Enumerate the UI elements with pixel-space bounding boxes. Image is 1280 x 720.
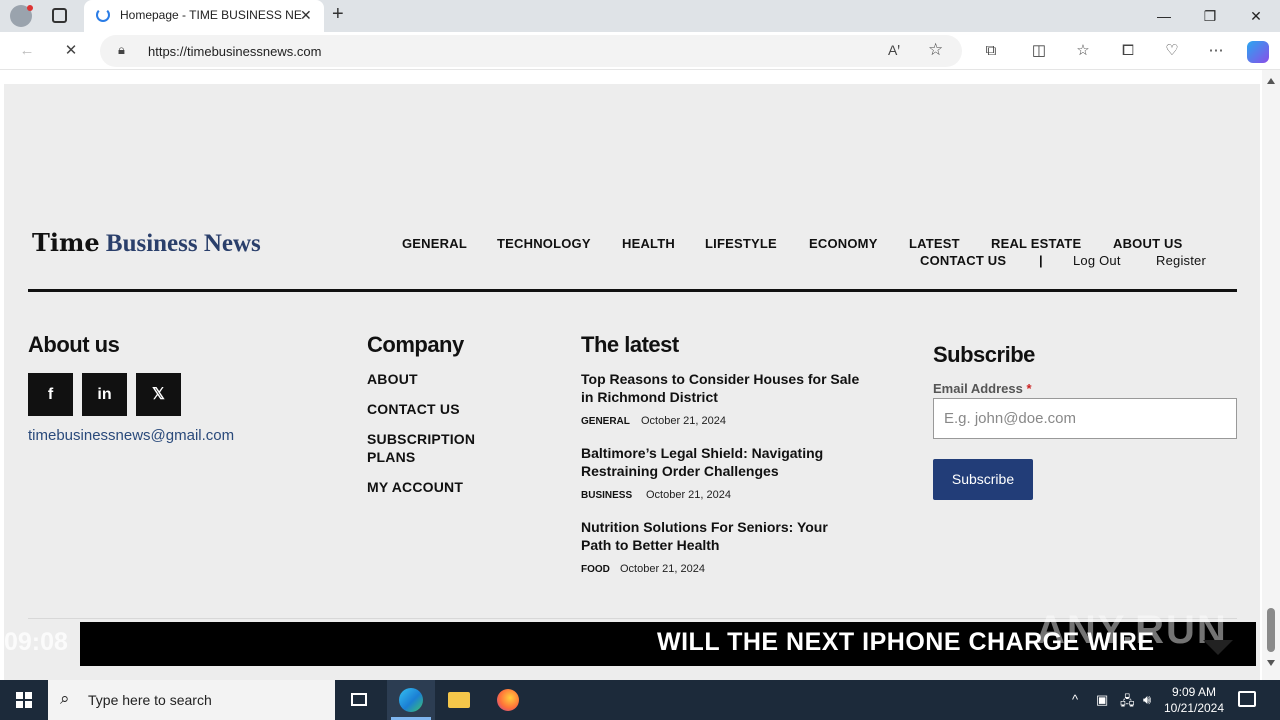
company-link-plans[interactable]: PLANS [367, 449, 415, 465]
subscribe-heading: Subscribe [933, 342, 1035, 367]
nav-about-us[interactable]: ABOUT US [1113, 236, 1183, 251]
about-heading: About us [28, 332, 120, 357]
page-scrollbar[interactable] [1262, 70, 1280, 680]
back-icon[interactable]: ← [17, 41, 37, 61]
scrollbar-thumb[interactable] [1267, 608, 1275, 652]
address-bar[interactable]: 🔒︎ https://timebusinessnews.com Aꞌ ☆ [100, 35, 962, 67]
browser-essentials-icon[interactable]: ♡ [1162, 41, 1182, 61]
company-link-my-account[interactable]: MY ACCOUNT [367, 479, 463, 495]
extensions-icon[interactable]: ⧉ [981, 41, 1001, 61]
nav-register[interactable]: Register [1156, 253, 1206, 268]
windows-start-icon[interactable] [16, 692, 32, 708]
profile-icon[interactable] [10, 5, 33, 27]
url-text: https://timebusinessnews.com [148, 44, 322, 59]
read-aloud-icon[interactable]: Aꞌ [888, 42, 900, 58]
tab-title: Homepage - TIME BUSINESS NEWS [120, 8, 302, 22]
loading-icon [96, 8, 110, 22]
clock-date: 10/21/2024 [1163, 701, 1225, 715]
x-twitter-icon[interactable]: 𝕏 [136, 373, 181, 416]
new-tab-icon[interactable]: + [332, 3, 344, 26]
header-divider [28, 289, 1237, 292]
nav-technology[interactable]: TECHNOLOGY [497, 236, 591, 251]
ticker-time: 09:08 [4, 628, 68, 656]
company-heading: Company [367, 332, 464, 357]
lock-icon[interactable]: 🔒︎ [118, 42, 125, 58]
favorite-star-icon[interactable]: ☆ [928, 40, 943, 60]
nav-contact-us[interactable]: CONTACT US [920, 253, 1006, 268]
company-link-contact[interactable]: CONTACT US [367, 401, 460, 417]
latest-heading: The latest [581, 332, 679, 357]
nav-latest[interactable]: LATEST [909, 236, 960, 251]
show-hidden-icons[interactable]: ^ [1072, 692, 1078, 707]
site-logo[interactable]: Time Business News [32, 228, 261, 258]
notifications-icon[interactable] [1238, 691, 1256, 707]
minimize-icon[interactable]: — [1154, 6, 1174, 26]
article-title[interactable]: Top Reasons to Consider Houses for Sale … [581, 370, 861, 406]
nav-separator: | [1039, 253, 1043, 268]
task-view-icon[interactable] [336, 680, 384, 720]
favorites-icon[interactable]: ☆ [1073, 41, 1093, 61]
split-screen-icon[interactable]: ◫ [1029, 41, 1049, 61]
file-explorer-icon[interactable] [435, 680, 483, 720]
article-category[interactable]: GENERAL [581, 416, 630, 427]
taskbar: ⌕ Type here to search ^ ▣ 🖧︎ 🔊︎ 9:09 AM … [0, 680, 1280, 720]
collections-icon[interactable]: ⧠ [1118, 41, 1138, 61]
article-date: October 21, 2024 [641, 415, 727, 427]
logo-business-news: Business News [105, 230, 261, 257]
restore-icon[interactable]: ❐ [1200, 6, 1220, 26]
close-window-icon[interactable]: ✕ [1246, 6, 1266, 26]
close-tab-icon[interactable]: ✕ [300, 7, 312, 24]
clock-time: 9:09 AM [1171, 685, 1217, 699]
email-input[interactable] [933, 398, 1237, 439]
search-placeholder: Type here to search [88, 692, 212, 708]
more-menu-icon[interactable]: ⋯ [1206, 41, 1226, 61]
nav-economy[interactable]: ECONOMY [809, 236, 878, 251]
company-link-subscription[interactable]: SUBSCRIPTION [367, 431, 475, 447]
browser-toolbar: ← ✕ 🔒︎ https://timebusinessnews.com Aꞌ ☆… [0, 32, 1280, 70]
edge-icon[interactable] [387, 680, 435, 720]
article-title[interactable]: Baltimore’s Legal Shield: Navigating Res… [581, 444, 861, 480]
browser-tab-strip: Homepage - TIME BUSINESS NEWS ✕ + — ❐ ✕ [0, 0, 1280, 32]
copilot-icon[interactable] [1247, 41, 1269, 63]
article-date: October 21, 2024 [646, 489, 732, 501]
page-footer-area: Time Business News GENERAL TECHNOLOGY HE… [4, 84, 1260, 680]
nav-health[interactable]: HEALTH [622, 236, 675, 251]
required-mark: * [1026, 381, 1032, 396]
taskbar-search[interactable]: ⌕ Type here to search [48, 680, 335, 720]
subscribe-button[interactable]: Subscribe [933, 459, 1033, 500]
tab-homepage[interactable]: Homepage - TIME BUSINESS NEWS ✕ [84, 0, 324, 32]
nav-general[interactable]: GENERAL [402, 236, 467, 251]
logo-time: Time [32, 228, 100, 257]
article-title[interactable]: Nutrition Solutions For Seniors: Your Pa… [581, 518, 861, 554]
scroll-up-icon[interactable] [1267, 78, 1275, 84]
email-label: Email Address * [933, 381, 1032, 396]
article-category[interactable]: FOOD [581, 564, 610, 575]
article-date: October 21, 2024 [620, 563, 706, 575]
tab-actions-icon[interactable] [52, 8, 67, 23]
taskbar-clock[interactable]: 9:09 AM 10/21/2024 [1162, 684, 1226, 716]
stop-loading-icon[interactable]: ✕ [61, 41, 81, 61]
contact-email-link[interactable]: timebusinessnews@gmail.com [28, 427, 234, 444]
nav-lifestyle[interactable]: LIFESTYLE [705, 236, 777, 251]
company-link-about[interactable]: ABOUT [367, 371, 418, 387]
network-icon[interactable]: 🖧︎ [1120, 692, 1135, 714]
meet-now-icon[interactable]: ▣ [1096, 692, 1108, 708]
nav-real-estate[interactable]: REAL ESTATE [991, 236, 1081, 251]
email-label-text: Email Address [933, 381, 1023, 396]
web-page: Time Business News GENERAL TECHNOLOGY HE… [0, 70, 1280, 680]
scroll-down-icon[interactable] [1267, 660, 1275, 666]
linkedin-icon[interactable]: in [82, 373, 127, 416]
firefox-icon[interactable] [484, 680, 532, 720]
facebook-icon[interactable]: f [28, 373, 73, 416]
search-icon: ⌕ [60, 689, 70, 708]
nav-log-out[interactable]: Log Out [1073, 253, 1121, 268]
volume-icon[interactable]: 🔊︎ [1143, 692, 1151, 708]
chevron-down-icon[interactable] [1203, 640, 1233, 655]
watermark: ANY.RUN [1036, 608, 1228, 652]
article-category[interactable]: BUSINESS [581, 490, 632, 501]
